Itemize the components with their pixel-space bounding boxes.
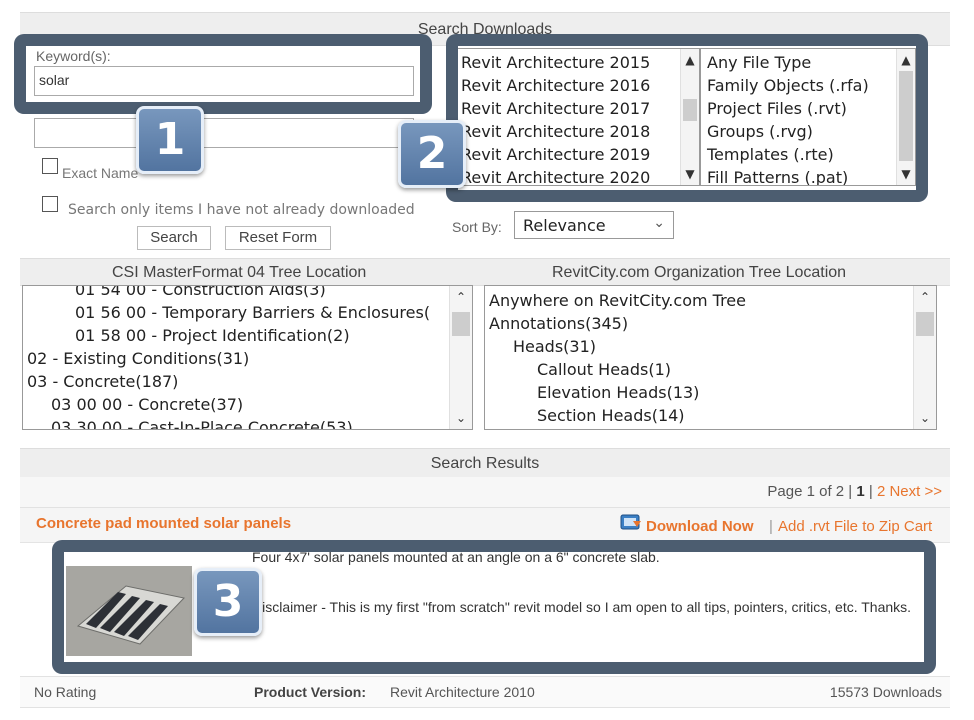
pager-bar: Page 1 of 2 | 1 | 2 Next >> [20,477,950,508]
callout-badge-1: 1 [136,106,204,174]
org-tree-item[interactable]: Callout Heads(1) [489,358,746,381]
rating-text: No Rating [34,684,97,700]
chevron-down-icon: ⌄ [653,215,665,231]
csi-tree-item[interactable]: 01 56 00 - Temporary Barriers & Enclosur… [27,301,430,324]
pager-current: 1 [856,483,865,500]
scroll-up-icon[interactable]: ⌃ [450,288,472,306]
callout-frame-3 [52,540,936,674]
download-icon[interactable] [620,513,642,531]
csi-tree-item[interactable]: 01 58 00 - Project Identification(2) [27,324,430,347]
search-results-header: Search Results [20,448,950,478]
scroll-thumb[interactable] [452,312,470,336]
csi-tree-item[interactable]: 03 - Concrete(187) [27,370,430,393]
org-tree-item[interactable]: Anywhere on RevitCity.com Tree [489,289,746,312]
product-version-label: Product Version: [254,684,367,700]
scroll-down-icon[interactable]: ⌄ [450,409,472,427]
csi-tree-header: CSI MasterFormat 04 Tree Location [112,264,367,281]
callout-badge-2: 2 [398,120,466,188]
scroll-up-icon[interactable]: ⌃ [914,288,936,306]
org-tree-scrollbar[interactable]: ⌃ ⌄ [913,286,936,429]
pager-next-link[interactable]: Next >> [889,483,942,500]
org-tree-item[interactable]: Section Heads(14) [489,404,746,427]
tree-headers-bar: CSI MasterFormat 04 Tree Location RevitC… [20,258,950,286]
not-downloaded-checkbox[interactable] [42,196,58,212]
org-tree-item[interactable]: Annotations(345) [489,312,746,335]
add-to-zip-cart-link[interactable]: Add .rvt File to Zip Cart [778,518,932,535]
pager-separator: | [868,483,873,500]
sort-by-label: Sort By: [452,219,502,235]
org-tree-item[interactable]: Elevation Heads(13) [489,381,746,404]
callout-frame-2 [446,34,928,202]
pager: Page 1 of 2 | 1 | 2 Next >> [767,483,942,500]
reset-form-button[interactable]: Reset Form [225,226,331,250]
pager-prefix: Page 1 of 2 | [767,483,853,500]
result-title-bar: Concrete pad mounted solar panels Downlo… [20,508,950,543]
scroll-thumb[interactable] [916,312,934,336]
download-count: 15573 Downloads [829,684,942,700]
exact-name-checkbox[interactable] [42,158,58,174]
result-title-link[interactable]: Concrete pad mounted solar panels [36,515,291,532]
search-button[interactable]: Search [137,226,211,250]
csi-tree-item[interactable]: 02 - Existing Conditions(31) [27,347,430,370]
callout-frame-1 [14,34,432,114]
csi-tree-items: 01 54 00 - Construction Aids(3) 01 56 00 … [27,286,430,429]
callout-badge-3: 3 [194,568,262,636]
org-tree-listbox[interactable]: Anywhere on RevitCity.com Tree Annotation… [484,285,937,430]
csi-tree-listbox[interactable]: 01 54 00 - Construction Aids(3) 01 56 00 … [22,285,473,430]
csi-tree-item[interactable]: 01 54 00 - Construction Aids(3) [27,286,430,301]
csi-tree-scrollbar[interactable]: ⌃ ⌄ [449,286,472,429]
org-tree-items: Anywhere on RevitCity.com Tree Annotation… [489,289,746,427]
org-tree-header: RevitCity.com Organization Tree Location [552,264,847,281]
org-tree-item[interactable]: Heads(31) [489,335,746,358]
not-downloaded-label: Search only items I have not already dow… [68,202,415,218]
sort-by-value: Relevance [523,216,606,235]
csi-tree-item[interactable]: 03 00 00 - Concrete(37) [27,393,430,416]
product-version-value: Revit Architecture 2010 [390,684,535,700]
sort-by-select[interactable]: Relevance ⌄ [514,211,674,239]
scroll-down-icon[interactable]: ⌄ [914,409,936,427]
download-now-link[interactable]: Download Now [646,518,754,535]
csi-tree-item[interactable]: 03 30 00 - Cast-In-Place Concrete(53) [27,416,430,429]
pager-page-2-link[interactable]: 2 [877,483,885,500]
search-results-title: Search Results [430,455,540,472]
username-input[interactable] [34,118,414,148]
result-footer: No Rating Product Version: Revit Archite… [20,676,950,708]
exact-name-label: Exact Name [62,165,139,181]
result-link-separator: | [769,518,773,535]
